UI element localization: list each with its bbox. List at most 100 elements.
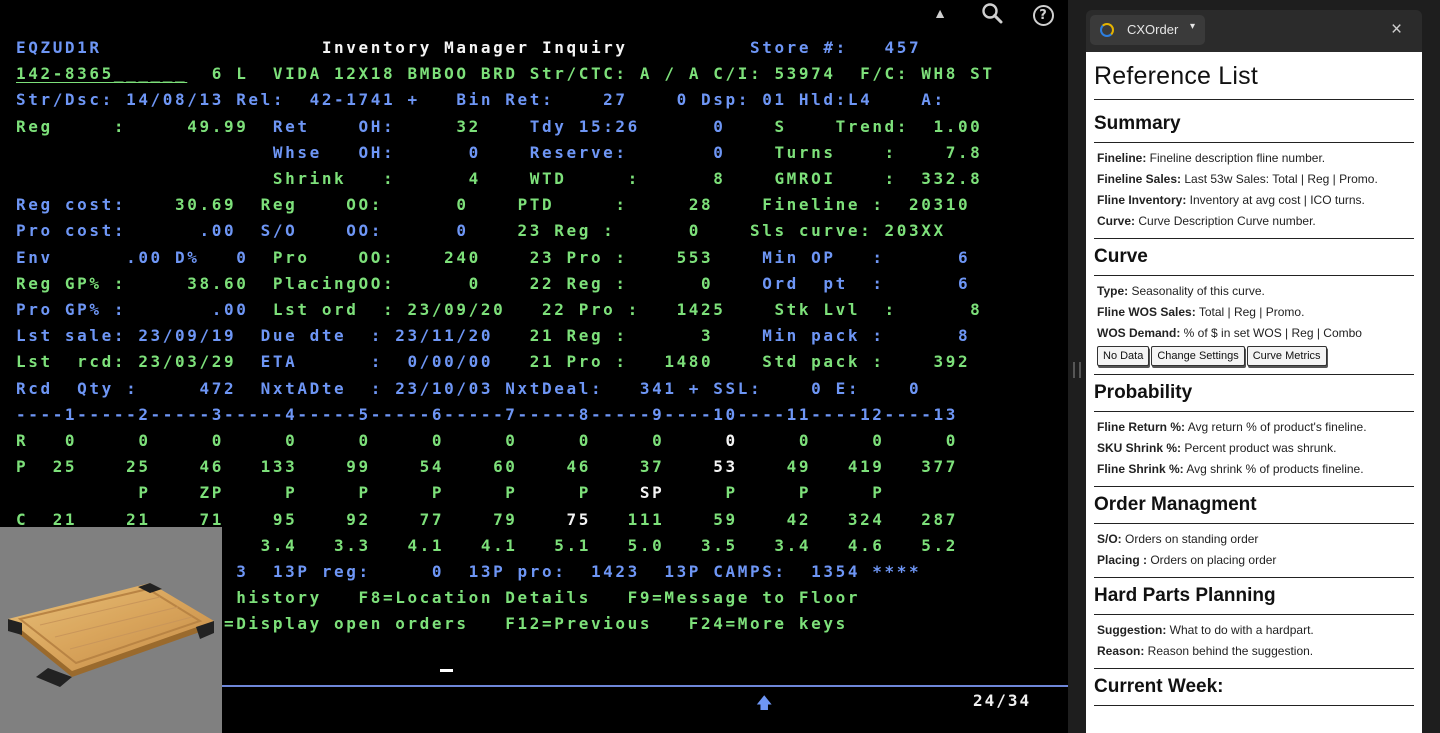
reference-item: Fline Shrink %: Avg shrink % of products…	[1097, 459, 1411, 480]
app-name: CXOrder	[1127, 22, 1179, 37]
curve-metrics-button[interactable]: Curve Metrics	[1246, 346, 1327, 366]
terminal-text: Inventory Manager Inquiry	[321, 38, 628, 57]
arrow-up-icon[interactable]: 🡅	[756, 692, 772, 719]
terminal-text: 30.69	[175, 195, 261, 215]
terminal-text: Store #: 457	[627, 38, 922, 57]
terminal-text: Lst sale: 23/09/19	[16, 326, 261, 346]
cutting-board-image	[8, 583, 214, 687]
terminal-line: P 25 25 46 133 99 54 60 46 37 53 49 419 …	[16, 457, 958, 476]
terminal-text: Env .00 D% 0	[16, 247, 273, 267]
section-order-managment: Order Managment S/O: Orders on standing o…	[1094, 487, 1414, 578]
splitter-grip-icon[interactable]	[1073, 362, 1081, 378]
chevron-down-icon: ▾	[1190, 21, 1196, 32]
terminal-line: EQZUD1R Inventory Manager Inquiry Store …	[16, 38, 921, 57]
reference-item: Reason: Reason behind the suggestion.	[1097, 641, 1411, 662]
terminal-text: Whse OH: 0	[272, 142, 530, 162]
terminal-toolbar: ▲ ?	[0, 0, 1068, 26]
terminal-text: Lst ord : 23/09/20	[272, 300, 543, 320]
terminal-text: GMROI : 332.8	[774, 169, 983, 189]
terminal-text: 22 Reg : 0	[529, 273, 763, 293]
app-logo-icon	[1100, 23, 1114, 37]
section-body: Fline Return %: Avg return % of product'…	[1094, 412, 1414, 487]
terminal-text: Tdy 15:26 0	[529, 116, 775, 136]
terminal-text: 75	[566, 509, 591, 529]
section-body: Type: Seasonality of this curve. Fline WO…	[1094, 276, 1414, 375]
terminal-line: Pro GP% : .00 Lst ord : 23/09/20 22 Pro …	[16, 300, 982, 319]
terminal-text: P ZP P P P P P	[138, 483, 640, 503]
help-glyph: ?	[1032, 5, 1054, 26]
reference-value: % of $ in set WOS | Reg | Combo	[1180, 326, 1362, 340]
terminal-text: P 25 25 46 133 99 54 60 46 37	[16, 457, 714, 477]
terminal-text: 22 Pro : 1425	[542, 300, 775, 320]
reference-value: Orders on standing order	[1121, 532, 1259, 546]
terminal-text: 21 Pro : 1480	[529, 352, 763, 372]
terminal-text: Reg : 49.99	[16, 116, 273, 136]
reference-value: Avg shrink % of products fineline.	[1183, 462, 1364, 476]
item-number-input[interactable]: 142-8365______	[16, 64, 187, 83]
terminal-text: 23 Reg : 0	[517, 221, 750, 241]
reference-panel-body: Reference List Summary Fineline: Fineline…	[1086, 52, 1422, 733]
reference-item: WOS Demand: % of $ in set WOS | Reg | Co…	[1097, 323, 1411, 344]
terminal-text: Reg cost:	[16, 195, 176, 215]
reference-item: S/O: Orders on standing order	[1097, 529, 1411, 550]
reference-item: Fline Return %: Avg return % of product'…	[1097, 417, 1411, 438]
section-heading: Curve	[1094, 239, 1414, 276]
terminal-text: Pro GP% : .00	[16, 300, 273, 320]
reference-key: Suggestion:	[1097, 623, 1167, 637]
section-probability: Probability Fline Return %: Avg return % …	[1094, 375, 1414, 487]
reference-key: Fline Return %:	[1097, 420, 1186, 434]
terminal-text: Str/Dsc: 14/08/13 Rel: 42-1741 + Bin Ret…	[16, 90, 946, 110]
terminal-text: 32	[456, 116, 530, 136]
reference-key: Reason:	[1097, 644, 1145, 658]
close-icon[interactable]: ×	[1391, 18, 1402, 42]
terminal-line: Shrink : 4 WTD : 8 GMROI : 332.8	[16, 169, 982, 188]
section-heading: Summary	[1094, 106, 1414, 143]
reference-key: S/O:	[1097, 532, 1122, 546]
reference-key: Type:	[1097, 284, 1129, 298]
terminal-text: 21 Reg : 3	[529, 326, 763, 346]
terminal-line: Str/Dsc: 14/08/13 Rel: 42-1741 + Bin Ret…	[16, 90, 946, 109]
reference-key: Fineline:	[1097, 151, 1147, 165]
terminal-line: Lst rcd: 23/03/29 ETA : 0/00/00 21 Pro :…	[16, 352, 970, 371]
terminal-text: Pro cost: .00	[16, 221, 261, 241]
triangle-up-icon[interactable]: ▲	[928, 2, 952, 24]
terminal-text: Rcd Qty : 472	[16, 378, 261, 398]
reference-value: Avg return % of product's fineline.	[1185, 420, 1367, 434]
terminal-text: ----1-----2-----3-----4-----5-----6-----…	[16, 404, 958, 424]
panel-header: CXOrder ▾ ×	[1086, 10, 1422, 52]
terminal-text: R 0 0 0 0 0 0 0 0 0	[16, 431, 726, 451]
terminal-text: 0	[725, 431, 738, 451]
reference-value: Curve Description Curve number.	[1135, 214, 1316, 228]
terminal-line: P ZP P P P P P SP P P P	[16, 483, 885, 502]
terminal-line: 142-8365______ 6 L VIDA 12X18 BMBOO BRD …	[16, 64, 995, 83]
help-icon[interactable]: ?	[1031, 2, 1055, 26]
terminal-text: 49 419 377	[737, 457, 958, 477]
app-selector-dropdown[interactable]: CXOrder ▾	[1090, 15, 1205, 45]
terminal-text: Pro OO: 240	[272, 247, 530, 267]
product-thumbnail	[0, 527, 222, 733]
reference-value: Percent product was shrunk.	[1181, 441, 1337, 455]
terminal-text: 23 Pro : 553	[529, 247, 763, 267]
reference-key: Fline Shrink %:	[1097, 462, 1184, 476]
terminal-text: 111 59 42 324 287	[590, 509, 958, 529]
reference-key: WOS Demand:	[1097, 326, 1181, 340]
reference-item: Fline Inventory: Inventory at avg cost |…	[1097, 190, 1411, 211]
terminal-line: Rcd Qty : 472 NxtADte : 23/10/03 NxtDeal…	[16, 379, 921, 398]
reference-value: Orders on placing order	[1147, 553, 1277, 567]
terminal-window[interactable]: ▲ ? EQZUD1R Inventory Manager Inquiry St…	[0, 0, 1068, 733]
panel-splitter[interactable]	[1068, 0, 1086, 733]
terminal-text: Ret OH:	[272, 116, 457, 136]
terminal-line: Env .00 D% 0 Pro OO: 240 23 Pro : 553 Mi…	[16, 248, 970, 267]
side-panel: CXOrder ▾ × Reference List Summary Fineli…	[1086, 0, 1440, 733]
reference-value: Seasonality of this curve.	[1128, 284, 1265, 298]
search-icon[interactable]	[980, 2, 1004, 29]
terminal-line: Whse OH: 0 Reserve: 0 Turns : 7.8	[16, 143, 982, 162]
terminal-text: Str/CTC: A / A C/I: 53974 F/C: WH8 ST	[529, 64, 995, 84]
no-data-button[interactable]: No Data	[1097, 346, 1150, 366]
terminal-line: C 21 21 71 95 92 77 79 75 111 59 42 324 …	[16, 510, 958, 529]
panel-title: Reference List	[1094, 62, 1414, 100]
change-settings-button[interactable]: Change Settings	[1151, 346, 1245, 366]
reference-value: What to do with a hardpart.	[1166, 623, 1314, 637]
terminal-text: Sls curve: 203XX	[749, 221, 946, 241]
terminal-text: NxtADte : 23/10/03 NxtDeal: 341 + SSL: 0…	[260, 378, 922, 398]
